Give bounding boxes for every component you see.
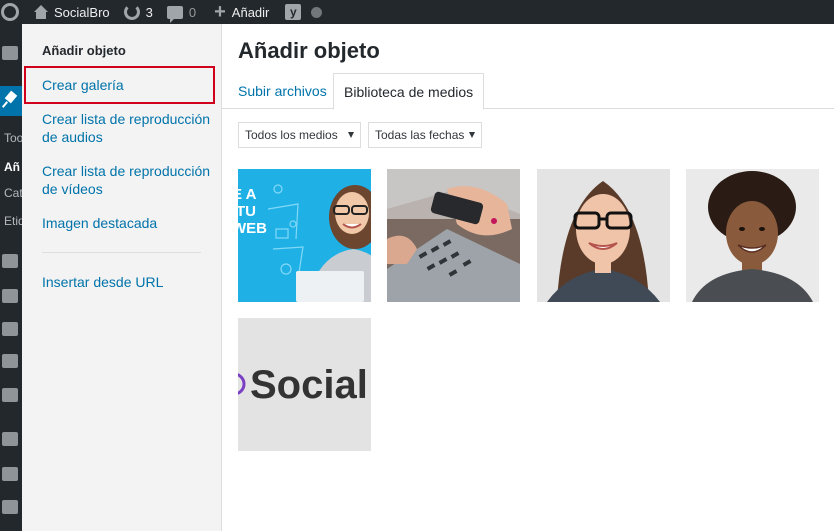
dashboard-icon[interactable] — [2, 46, 18, 60]
attachment-thumbnail[interactable]: E A TU WEB — [238, 169, 371, 302]
new-content-label: Añadir — [231, 4, 270, 20]
woman-glasses-image — [537, 169, 670, 302]
media-menu: Añadir objeto Crear galería Crear lista … — [22, 24, 222, 531]
menu-item-create-gallery[interactable]: Crear galería — [24, 66, 215, 104]
pages-icon[interactable] — [2, 289, 18, 303]
folder-icon[interactable] — [2, 467, 18, 481]
calendar-icon[interactable] — [2, 388, 18, 402]
tab-media-library[interactable]: Biblioteca de medios — [333, 73, 485, 110]
menu-item-audio-playlist[interactable]: Crear lista de reproducción de audios — [42, 110, 212, 146]
menu-item-label: Crear galería — [42, 77, 124, 93]
logo-text: Social — [250, 363, 368, 407]
updates-link[interactable]: 3 — [123, 0, 153, 24]
yoast-icon: y — [285, 4, 302, 20]
media-type-filter[interactable]: Todos los medios — [238, 122, 361, 148]
templates-icon[interactable] — [2, 500, 18, 514]
socialbro-logo-image: Social — [238, 318, 371, 451]
attachment-thumbnail[interactable] — [537, 169, 670, 302]
hands-phone-laptop-image — [387, 169, 520, 302]
wordpress-logo-button[interactable] — [0, 0, 22, 24]
status-indicator — [311, 0, 323, 24]
admin-sidebar: Too Añ Cat Etiq — [0, 24, 22, 531]
attachment-thumbnail[interactable] — [387, 169, 520, 302]
comments-icon — [166, 5, 183, 23]
elementor-icon[interactable] — [2, 432, 18, 446]
comments-icon[interactable] — [2, 322, 18, 336]
plus-icon: + — [214, 1, 226, 23]
admin-menu-partial-label[interactable]: Añ — [4, 160, 20, 174]
menu-separator — [42, 252, 201, 253]
frame-title: Añadir objeto — [238, 38, 380, 63]
admin-menu-partial-label[interactable]: Too — [4, 131, 22, 145]
smiling-man-image — [686, 169, 819, 302]
site-name-link[interactable]: SocialBro — [34, 0, 110, 24]
pin-icon — [3, 92, 17, 108]
date-filter[interactable]: Todas las fechas — [368, 122, 482, 148]
admin-menu-partial-label[interactable]: Etiq — [4, 214, 22, 228]
status-dot-icon — [311, 6, 323, 18]
banner-text-line: E A — [238, 186, 257, 203]
banner-text-line: TU — [238, 203, 256, 220]
home-icon — [34, 5, 48, 19]
media-menu-title: Añadir objeto — [42, 43, 126, 58]
plugin-icon[interactable] — [2, 254, 18, 268]
admin-menu-partial-label[interactable]: Cat — [4, 186, 22, 200]
attachment-thumbnail[interactable] — [686, 169, 819, 302]
banner-woman-laptop-image: E A TU WEB — [238, 169, 371, 302]
menu-item-insert-url[interactable]: Insertar desde URL — [42, 273, 212, 291]
updates-icon — [123, 4, 140, 20]
updates-count: 3 — [145, 4, 153, 20]
admin-bar: SocialBro 3 0 + Añadir y — [0, 0, 834, 24]
tab-upload-files[interactable]: Subir archivos — [228, 73, 337, 109]
menu-item-featured-image[interactable]: Imagen destacada — [42, 214, 212, 232]
media-modal: Añadir objeto Crear galería Crear lista … — [22, 24, 834, 531]
chevron-down-icon — [348, 132, 354, 138]
new-content-link[interactable]: + Añadir — [214, 0, 269, 24]
wordpress-icon — [1, 3, 19, 21]
date-filter-value: Todas las fechas — [375, 128, 465, 142]
yoast-seo-menu[interactable]: y — [285, 0, 302, 24]
media-router: Subir archivos Biblioteca de medios — [222, 73, 834, 110]
site-name: SocialBro — [54, 4, 110, 20]
banner-text-line: WEB — [238, 220, 267, 237]
attachment-thumbnail[interactable]: Social — [238, 318, 371, 451]
tools-icon[interactable] — [2, 354, 18, 368]
comments-count: 0 — [188, 4, 197, 20]
chevron-down-icon — [469, 132, 475, 138]
menu-item-video-playlist[interactable]: Crear lista de reproducción de vídeos — [42, 162, 212, 198]
media-type-filter-value: Todos los medios — [245, 128, 338, 142]
comments-link[interactable]: 0 — [166, 0, 197, 24]
